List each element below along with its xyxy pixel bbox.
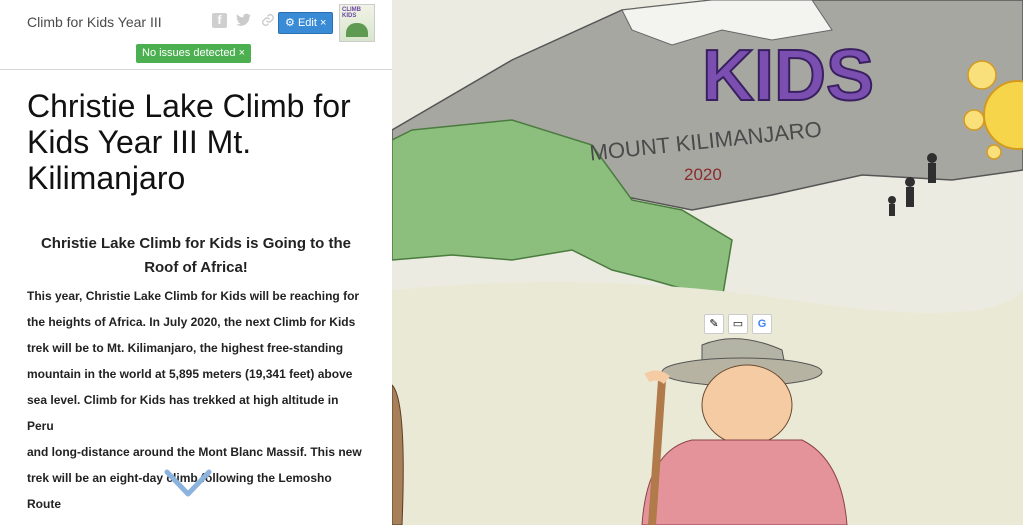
edit-button[interactable]: ⚙ Edit × bbox=[278, 12, 334, 34]
paragraph-line: the heights of Africa. In July 2020, the… bbox=[27, 315, 356, 329]
cover-thumbnail[interactable]: CLIMB KIDS bbox=[339, 4, 375, 42]
page-title: Christie Lake Climb for Kids Year III Mt… bbox=[27, 88, 351, 196]
thumbnail-text: CLIMB KIDS bbox=[342, 7, 361, 19]
google-icon[interactable]: G bbox=[752, 314, 772, 334]
kilimanjaro-drawing: KIDS MOUNT KILIMANJARO 2020 bbox=[392, 0, 1023, 525]
pencil-icon[interactable]: ✎ bbox=[704, 314, 724, 334]
artwork-kids-title: KIDS bbox=[702, 36, 874, 116]
artwork-year-text: 2020 bbox=[684, 165, 722, 184]
gear-icon: ⚙ bbox=[285, 17, 295, 29]
cover-artwork: KIDS MOUNT KILIMANJARO 2020 ✎ ▭ G bbox=[392, 0, 1023, 525]
thumbnail-hill bbox=[346, 23, 368, 37]
paragraph-line: mountain in the world at 5,895 meters (1… bbox=[27, 367, 353, 381]
section-subheading: Christie Lake Climb for Kids is Going to… bbox=[40, 235, 352, 276]
share-icons: f bbox=[212, 13, 275, 28]
status-badge[interactable]: No issues detected × bbox=[136, 44, 252, 63]
site-title[interactable]: Climb for Kids Year III bbox=[27, 14, 162, 30]
chevron-down-icon[interactable] bbox=[163, 468, 213, 498]
paragraph-line: trek will be to Mt. Kilimanjaro, the hig… bbox=[27, 341, 344, 355]
text-panel: Climb for Kids Year III f ⚙ Edit × CLIMB… bbox=[0, 0, 392, 525]
paragraph-line: and long-distance around the Mont Blanc … bbox=[27, 445, 362, 459]
twitter-icon[interactable] bbox=[236, 13, 251, 28]
top-bar: Climb for Kids Year III f ⚙ Edit × CLIMB… bbox=[0, 0, 392, 70]
link-icon[interactable] bbox=[260, 13, 275, 28]
status-close-icon[interactable]: × bbox=[239, 47, 245, 59]
facebook-icon[interactable]: f bbox=[212, 13, 227, 28]
paragraph-line-faded: to the summit. bbox=[27, 517, 367, 525]
paragraph-line: sea level. Climb for Kids has trekked at… bbox=[27, 393, 339, 433]
paragraph-line: This year, Christie Lake Climb for Kids … bbox=[27, 289, 360, 303]
image-toolbar: ✎ ▭ G bbox=[704, 314, 772, 334]
comment-icon[interactable]: ▭ bbox=[728, 314, 748, 334]
edit-close-icon[interactable]: × bbox=[320, 17, 326, 29]
